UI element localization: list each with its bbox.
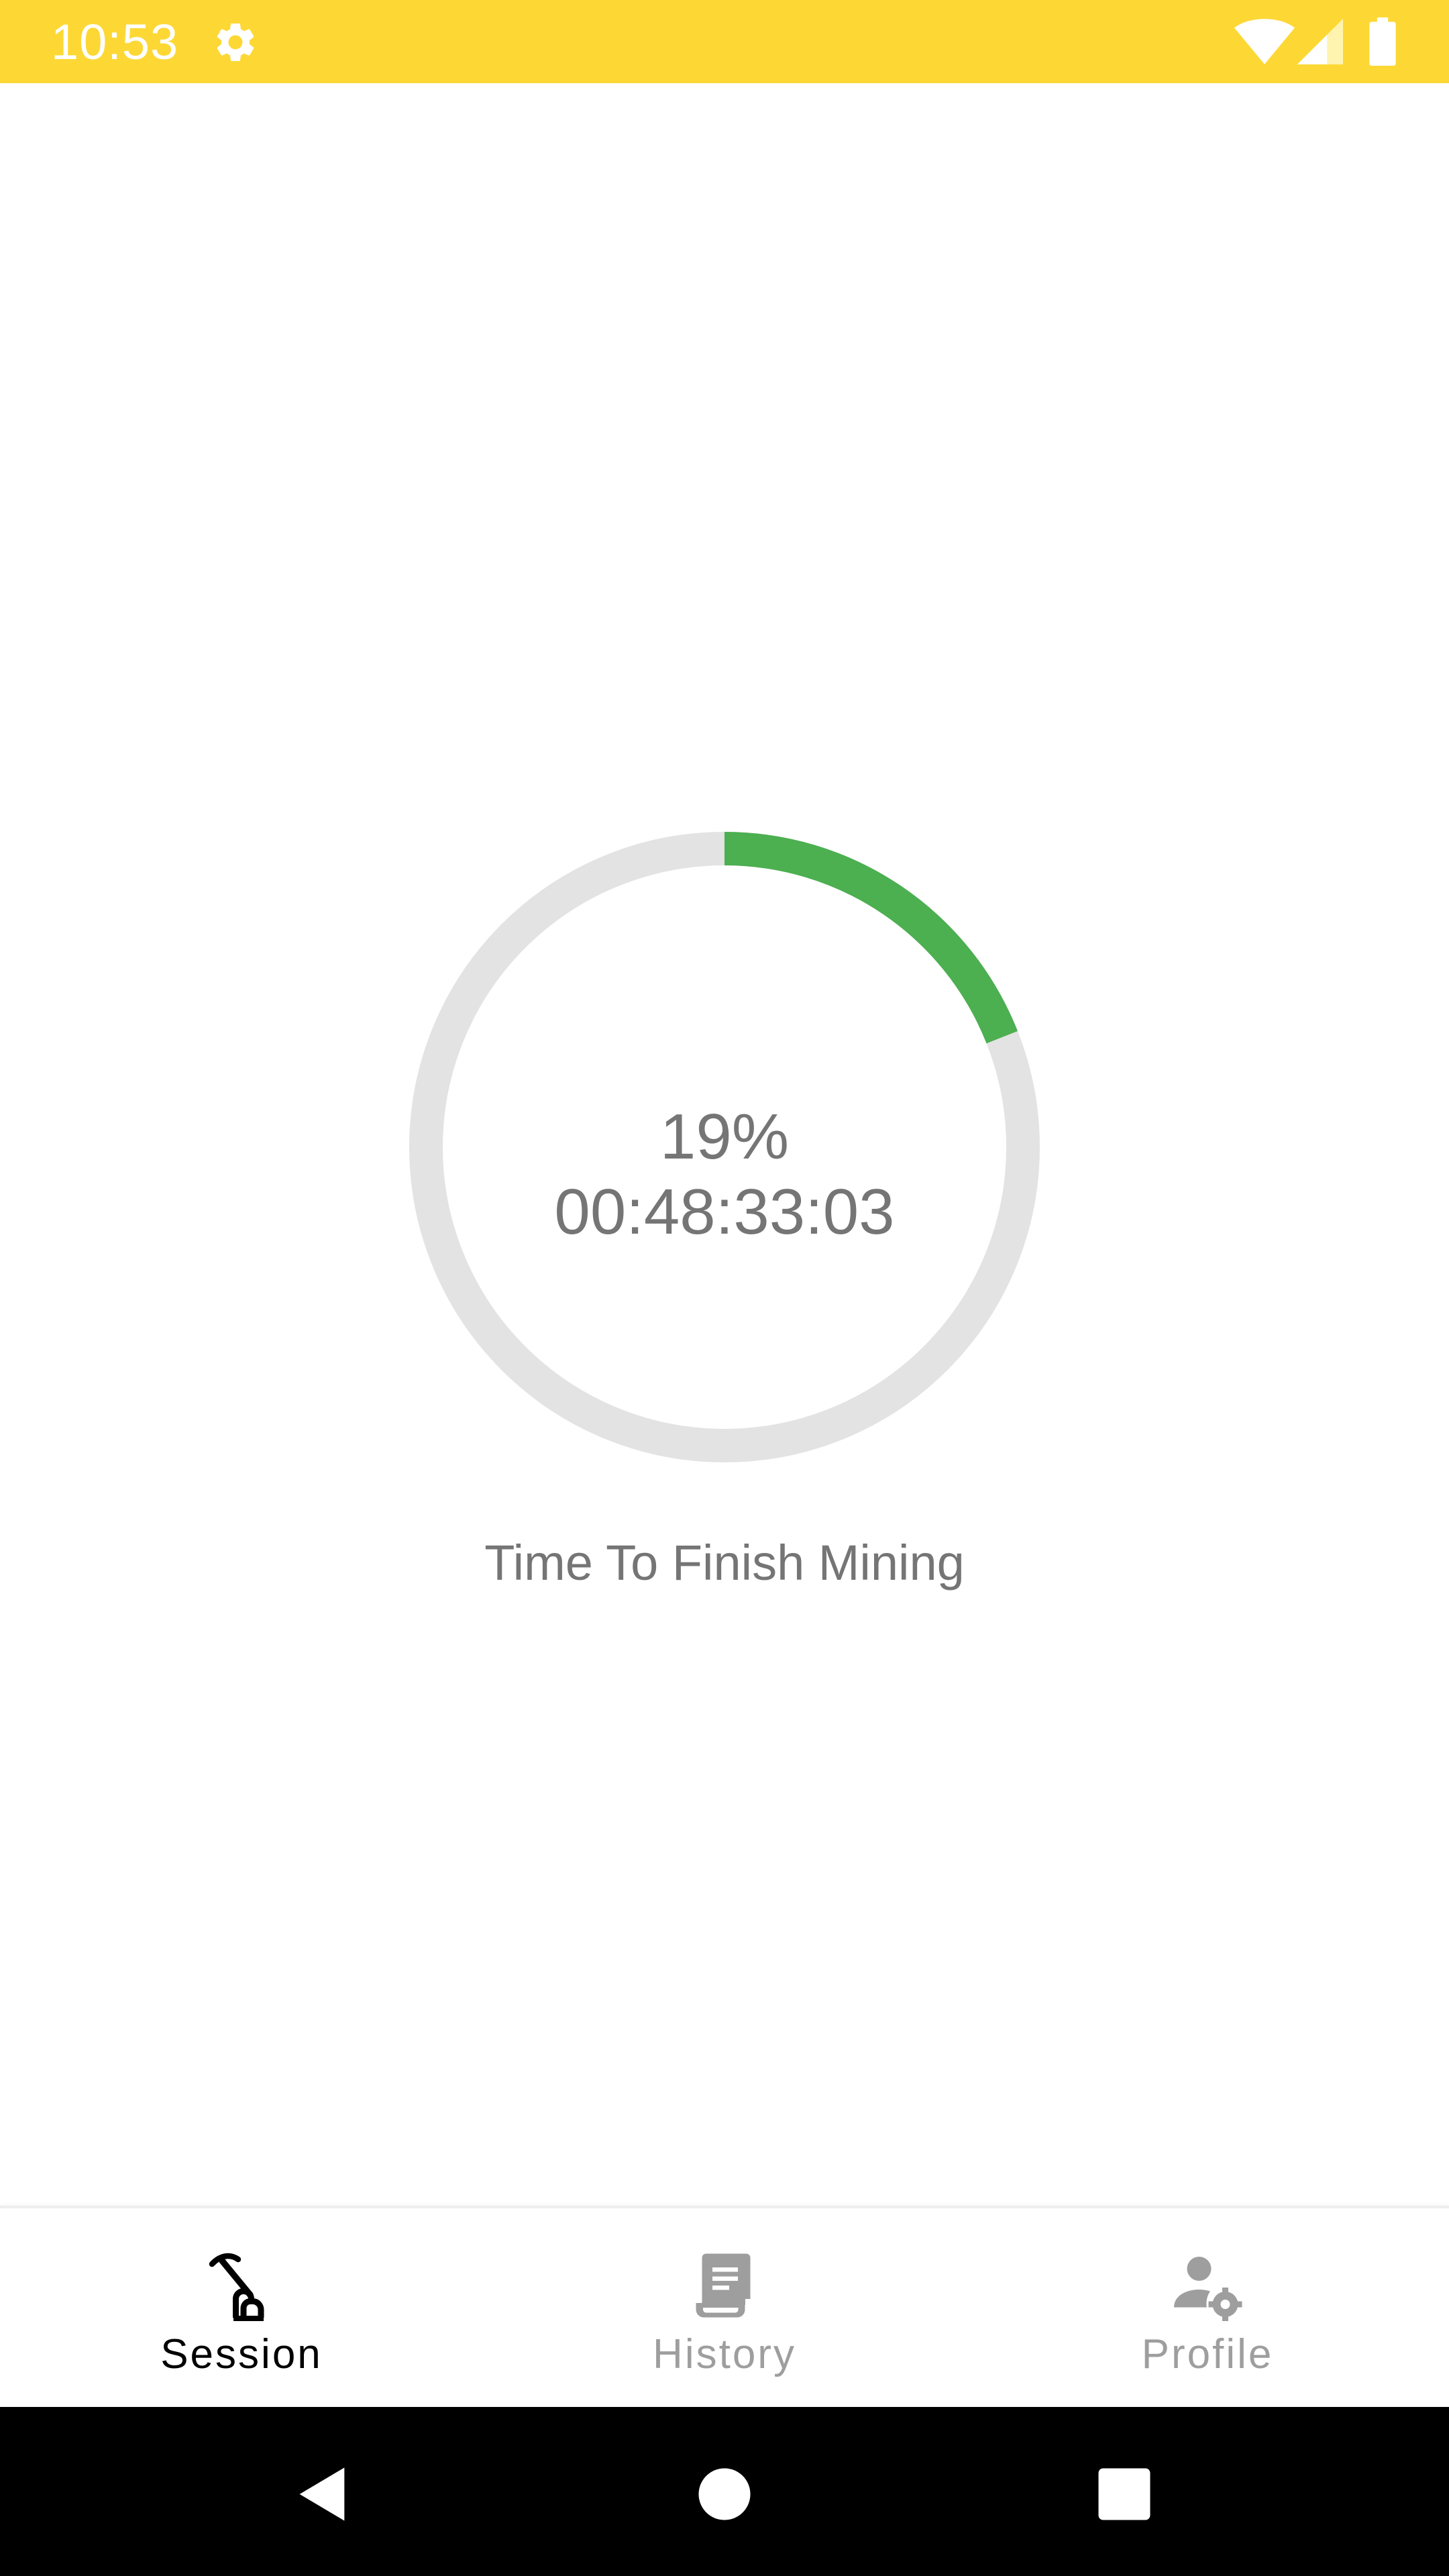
recents-icon[interactable]: [1096, 2466, 1152, 2522]
status-bar: 10:53: [0, 0, 1449, 83]
home-icon[interactable]: [696, 2466, 753, 2522]
pickaxe-icon: [209, 2253, 264, 2321]
nav-label-history: History: [653, 2331, 796, 2377]
system-navigation-bar: [0, 2407, 1449, 2576]
progress-percent: 19%: [659, 1101, 790, 1173]
wifi-icon: [1234, 19, 1295, 64]
receipt-icon: [696, 2253, 751, 2318]
progress-caption: Time To Finish Mining: [484, 1535, 965, 1591]
nav-item-history[interactable]: History: [483, 2208, 966, 2410]
bottom-navigation: Session History Profile: [0, 2206, 1449, 2410]
gear-icon: [217, 23, 254, 61]
countdown-timer: 00:48:33:03: [554, 1176, 895, 1248]
nav-label-session: Session: [160, 2331, 323, 2377]
app-screen: 10:53 19% 00:48:33:03 Time To Finish Min…: [0, 0, 1449, 2576]
nav-item-profile[interactable]: Profile: [966, 2208, 1449, 2410]
nav-label-profile: Profile: [1141, 2331, 1274, 2377]
nav-item-session[interactable]: Session: [0, 2208, 483, 2410]
signal-icon: [1297, 19, 1343, 64]
status-time: 10:53: [51, 14, 179, 70]
back-icon[interactable]: [288, 2461, 356, 2528]
battery-icon: [1369, 17, 1396, 66]
user-settings-icon: [1174, 2257, 1242, 2321]
